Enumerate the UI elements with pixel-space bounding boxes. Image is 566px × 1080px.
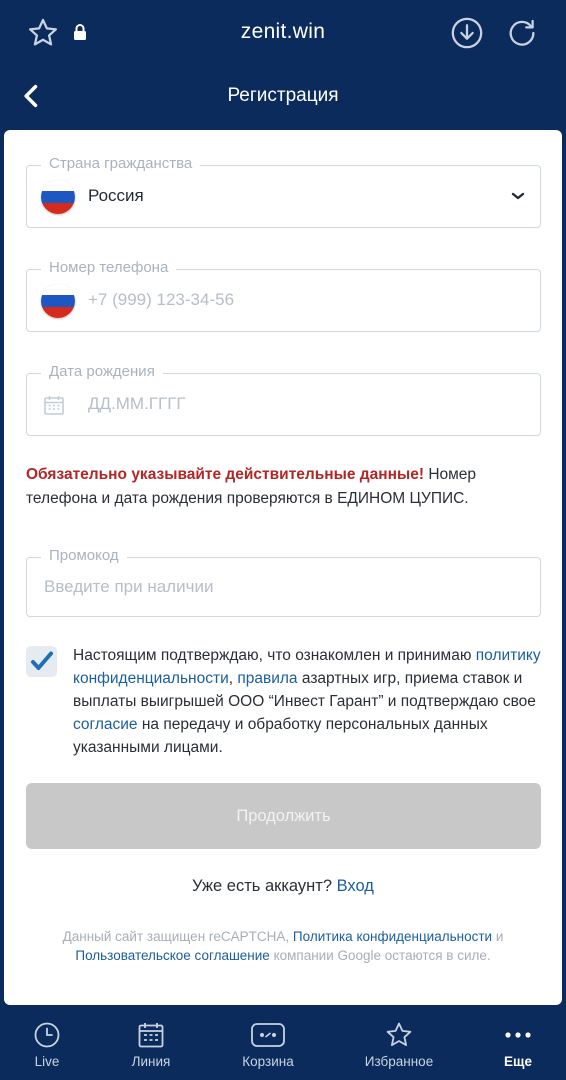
google-terms-link[interactable]: Пользовательское соглашение xyxy=(75,948,269,963)
reload-icon[interactable] xyxy=(505,16,539,50)
star-icon xyxy=(384,1020,414,1050)
login-link[interactable]: Вход xyxy=(337,877,374,895)
tab-bet-slip[interactable]: Корзина xyxy=(213,1012,323,1080)
promo-field[interactable]: Промокод Введите при наличии xyxy=(26,547,541,617)
country-select[interactable]: Страна гражданства Россия xyxy=(26,155,541,228)
recaptcha-part2: компании Google остаются в силе. xyxy=(269,948,491,963)
promo-placeholder: Введите при наличии xyxy=(44,577,214,596)
browser-bar: zenit.win xyxy=(0,0,566,66)
russia-flag-icon xyxy=(41,284,75,318)
nav-header: Регистрация xyxy=(0,66,566,126)
bottom-nav: Live Линия Корзина Избранное Еще xyxy=(0,1012,566,1080)
phone-legend: Номер телефона xyxy=(41,259,177,276)
country-value: Россия xyxy=(88,186,144,205)
consent-checkbox[interactable] xyxy=(26,646,57,677)
tab-favorites[interactable]: Избранное xyxy=(344,1012,454,1080)
data-notice: Обязательно указывайте действительные да… xyxy=(26,463,541,511)
login-prompt-text: Уже есть аккаунт? xyxy=(192,877,333,895)
phone-field[interactable]: Номер телефона +7 (999) 123-34-56 xyxy=(26,259,541,332)
russia-flag-icon xyxy=(41,180,75,214)
country-legend: Страна гражданства xyxy=(41,155,201,172)
calendar-icon xyxy=(43,394,65,416)
recaptcha-and: и xyxy=(492,929,504,944)
tab-label: Live xyxy=(34,1054,60,1069)
more-icon xyxy=(503,1020,533,1050)
tab-label: Линия xyxy=(131,1054,171,1069)
tab-label: Избранное xyxy=(364,1054,434,1069)
birthdate-placeholder: ДД.ММ.ГГГГ xyxy=(88,394,186,413)
recaptcha-part1: Данный сайт защищен reCAPTCHA, xyxy=(62,929,293,944)
promo-legend: Промокод xyxy=(41,547,127,564)
google-privacy-link[interactable]: Политика конфиденциальности xyxy=(293,929,492,944)
birthdate-field[interactable]: Дата рождения ДД.ММ.ГГГГ xyxy=(26,363,541,436)
checkmark-icon xyxy=(31,651,53,670)
bet-slip-icon xyxy=(250,1020,286,1050)
tab-more[interactable]: Еще xyxy=(463,1012,566,1080)
continue-button[interactable]: Продолжить xyxy=(26,783,541,849)
consent-part1: Настоящим подтверждаю, что ознакомлен и … xyxy=(73,647,476,664)
consent-link[interactable]: согласие xyxy=(73,716,138,733)
calendar-icon xyxy=(136,1020,166,1050)
tab-label: Корзина xyxy=(242,1054,294,1069)
birthdate-legend: Дата рождения xyxy=(41,363,163,380)
chevron-down-icon xyxy=(510,188,526,204)
phone-placeholder: +7 (999) 123-34-56 xyxy=(88,290,235,309)
download-icon[interactable] xyxy=(450,16,484,50)
page-title: Регистрация xyxy=(227,85,339,106)
clock-icon xyxy=(32,1020,62,1050)
warning-text: Обязательно указывайте действительные да… xyxy=(26,466,425,483)
tab-live[interactable]: Live xyxy=(0,1012,102,1080)
login-prompt: Уже есть аккаунт? Вход xyxy=(4,877,562,896)
recaptcha-notice: Данный сайт защищен reCAPTCHA, Политика … xyxy=(22,927,544,965)
consent-text: Настоящим подтверждаю, что ознакомлен и … xyxy=(73,644,543,759)
registration-card: Страна гражданства Россия Номер телефона… xyxy=(4,130,562,1005)
tab-line[interactable]: Линия xyxy=(96,1012,206,1080)
rules-link[interactable]: правила xyxy=(237,670,297,687)
tab-label: Еще xyxy=(504,1054,532,1069)
